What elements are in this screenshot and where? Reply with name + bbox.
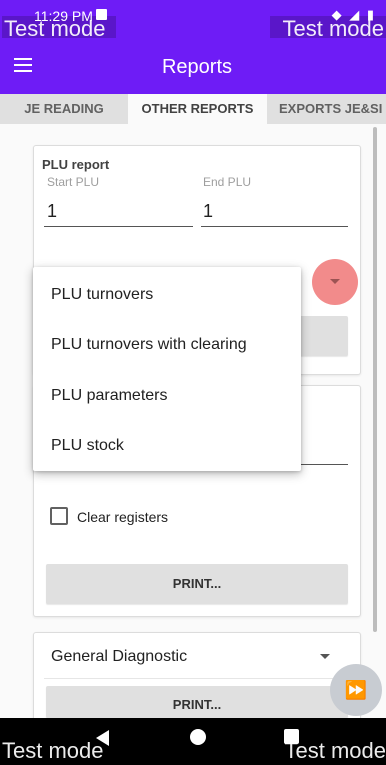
plu-report-title: PLU report [42, 157, 110, 172]
back-icon[interactable] [96, 730, 109, 746]
scrollbar[interactable] [373, 127, 377, 632]
navigation-bar: Test mode Test mode [0, 718, 386, 765]
end-plu-input[interactable]: 1 [203, 201, 213, 222]
status-bar: 11:29 PM Test mode ◆ ◢ ▮ Test mode [0, 0, 386, 41]
diagnostic-select[interactable]: General Diagnostic [51, 648, 187, 666]
test-mode-watermark-bottom-right: Test mode [284, 738, 386, 763]
fast-forward-icon[interactable]: ⏩ [330, 664, 382, 716]
chevron-down-icon [330, 279, 340, 284]
start-plu-input[interactable]: 1 [47, 201, 57, 222]
tab-exports[interactable]: EXPORTS JE&SI [267, 94, 386, 124]
clear-registers-checkbox[interactable] [50, 507, 68, 525]
diagnostic-dropdown-icon[interactable] [320, 654, 330, 659]
report-type-dropdown-button[interactable] [312, 259, 358, 305]
page-title: Reports [161, 56, 233, 78]
tab-je-reading[interactable]: JE READING [0, 94, 128, 124]
app-bar: Reports [0, 38, 386, 94]
end-plu-underline [201, 226, 348, 227]
home-icon[interactable] [190, 729, 206, 745]
diagnostic-divider [44, 678, 348, 679]
report-type-dropdown-menu: PLU turnovers PLU turnovers with clearin… [33, 267, 301, 471]
end-plu-caption: End PLU [203, 175, 252, 189]
registers-print-button[interactable]: PRINT... [46, 564, 348, 604]
test-mode-watermark-bottom-left: Test mode [2, 738, 104, 763]
tab-other-reports[interactable]: OTHER REPORTS [128, 94, 267, 124]
clear-registers-label: Clear registers [77, 509, 169, 525]
menu-item-plu-turnovers-clearing[interactable]: PLU turnovers with clearing [33, 320, 301, 370]
menu-item-plu-turnovers[interactable]: PLU turnovers [33, 270, 301, 320]
start-plu-caption: Start PLU [47, 175, 100, 189]
report-tabs: JE READING OTHER REPORTS EXPORTS JE&SI [0, 94, 386, 124]
diagnostic-print-button[interactable]: PRINT... [46, 686, 348, 718]
start-plu-underline [44, 226, 193, 227]
menu-item-plu-stock[interactable]: PLU stock [33, 421, 301, 471]
menu-item-plu-parameters[interactable]: PLU parameters [33, 371, 301, 421]
